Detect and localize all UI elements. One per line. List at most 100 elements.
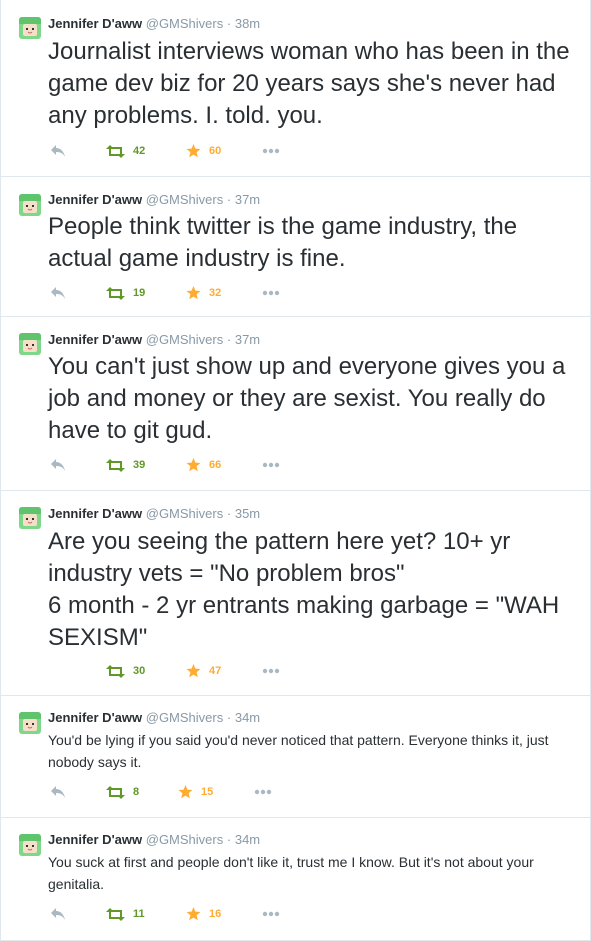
tweet-text: You can't just show up and everyone give… xyxy=(48,353,566,444)
reply-button[interactable] xyxy=(50,784,66,800)
retweet-count: 19 xyxy=(133,287,146,299)
author-handle[interactable]: @GMShivers xyxy=(146,332,224,347)
star-icon xyxy=(186,286,201,300)
author-name[interactable]: Jennifer D'aww xyxy=(48,832,142,847)
more-options-icon xyxy=(262,290,280,296)
timestamp[interactable]: 34m xyxy=(235,710,260,725)
avatar[interactable] xyxy=(19,507,41,529)
tweet-timeline: Jennifer D'aww @GMShivers · 38m Journali… xyxy=(0,0,591,941)
tweet[interactable]: Jennifer D'aww @GMShivers · 34m You'd be… xyxy=(1,696,590,818)
author-handle[interactable]: @GMShivers xyxy=(146,16,224,31)
tweet[interactable]: Jennifer D'aww @GMShivers · 38m Journali… xyxy=(1,0,590,177)
favorite-count: 15 xyxy=(201,786,214,798)
reply-button[interactable] xyxy=(50,143,66,159)
more-button[interactable] xyxy=(262,143,280,159)
retweet-icon xyxy=(106,458,125,472)
separator: · xyxy=(226,506,232,521)
separator: · xyxy=(226,710,232,725)
timestamp[interactable]: 34m xyxy=(235,832,260,847)
author-name[interactable]: Jennifer D'aww xyxy=(48,506,142,521)
reply-icon xyxy=(51,908,65,920)
star-icon xyxy=(178,785,193,799)
author-handle[interactable]: @GMShivers xyxy=(146,710,224,725)
timestamp[interactable]: 37m xyxy=(235,332,260,347)
tweet-text: You'd be lying if you said you'd never n… xyxy=(48,732,549,770)
retweet-button[interactable]: 42 xyxy=(106,143,145,159)
reply-icon xyxy=(51,287,65,299)
star-icon xyxy=(186,907,201,921)
favorite-button[interactable]: 60 xyxy=(186,143,221,159)
timestamp[interactable]: 35m xyxy=(235,506,260,521)
more-options-icon xyxy=(254,789,272,795)
avatar[interactable] xyxy=(19,834,41,856)
more-button[interactable] xyxy=(254,784,272,800)
favorite-button[interactable]: 16 xyxy=(186,906,221,922)
retweet-button[interactable]: 39 xyxy=(106,457,145,473)
timestamp[interactable]: 38m xyxy=(235,16,260,31)
more-button[interactable] xyxy=(262,285,280,301)
tweet[interactable]: Jennifer D'aww @GMShivers · 37m People t… xyxy=(1,177,590,317)
more-button[interactable] xyxy=(262,906,280,922)
favorite-count: 60 xyxy=(209,145,222,157)
retweet-button[interactable]: 8 xyxy=(106,784,139,800)
reply-icon xyxy=(51,665,65,677)
retweet-count: 39 xyxy=(133,459,146,471)
star-icon xyxy=(186,458,201,472)
tweet-header: Jennifer D'aww @GMShivers · 34m xyxy=(48,832,260,848)
favorite-button[interactable]: 15 xyxy=(178,784,213,800)
more-options-icon xyxy=(262,462,280,468)
separator: · xyxy=(226,332,232,347)
reply-button[interactable] xyxy=(50,285,66,301)
tweet-actions: 42 60 xyxy=(48,143,308,159)
favorite-button[interactable]: 47 xyxy=(186,663,221,679)
tweet-actions: 30 47 xyxy=(48,663,308,679)
favorite-button[interactable]: 66 xyxy=(186,457,221,473)
separator: · xyxy=(226,832,232,847)
author-name[interactable]: Jennifer D'aww xyxy=(48,710,142,725)
avatar[interactable] xyxy=(19,333,41,355)
more-button[interactable] xyxy=(262,663,280,679)
retweet-button[interactable]: 19 xyxy=(106,285,145,301)
timestamp[interactable]: 37m xyxy=(235,192,260,207)
retweet-count: 42 xyxy=(133,145,146,157)
tweet-actions: 39 66 xyxy=(48,457,308,473)
reply-icon xyxy=(51,145,65,157)
author-handle[interactable]: @GMShivers xyxy=(146,832,224,847)
retweet-count: 30 xyxy=(133,665,146,677)
author-name[interactable]: Jennifer D'aww xyxy=(48,332,142,347)
favorite-count: 32 xyxy=(209,287,222,299)
retweet-icon xyxy=(106,286,125,300)
retweet-icon xyxy=(106,785,125,799)
author-name[interactable]: Jennifer D'aww xyxy=(48,192,142,207)
reply-icon xyxy=(51,786,65,798)
tweet[interactable]: Jennifer D'aww @GMShivers · 34m You suck… xyxy=(1,818,590,941)
retweet-count: 8 xyxy=(133,786,140,798)
author-name[interactable]: Jennifer D'aww xyxy=(48,16,142,31)
tweet[interactable]: Jennifer D'aww @GMShivers · 35m Are you … xyxy=(1,491,590,696)
more-button[interactable] xyxy=(262,457,280,473)
retweet-button[interactable]: 30 xyxy=(106,663,145,679)
more-options-icon xyxy=(262,148,280,154)
author-handle[interactable]: @GMShivers xyxy=(146,192,224,207)
favorite-button[interactable]: 32 xyxy=(186,285,221,301)
separator: · xyxy=(226,16,232,31)
tweet-text: You suck at first and people don't like … xyxy=(48,854,534,892)
avatar[interactable] xyxy=(19,17,41,39)
reply-icon xyxy=(51,459,65,471)
avatar[interactable] xyxy=(19,712,41,734)
author-handle[interactable]: @GMShivers xyxy=(146,506,224,521)
more-options-icon xyxy=(262,911,280,917)
tweet-actions: 11 16 xyxy=(48,906,308,922)
retweet-button[interactable]: 11 xyxy=(106,906,145,922)
avatar[interactable] xyxy=(19,194,41,216)
reply-button[interactable] xyxy=(50,457,66,473)
reply-button[interactable] xyxy=(50,906,66,922)
tweet-text: People think twitter is the game industr… xyxy=(48,213,518,272)
star-icon xyxy=(186,144,201,158)
tweet-text: Are you seeing the pattern here yet? 10+… xyxy=(48,528,560,651)
reply-button[interactable] xyxy=(50,663,66,679)
tweet[interactable]: Jennifer D'aww @GMShivers · 37m You can'… xyxy=(1,317,590,491)
tweet-header: Jennifer D'aww @GMShivers · 38m xyxy=(48,16,260,32)
retweet-icon xyxy=(106,907,125,921)
tweet-header: Jennifer D'aww @GMShivers · 37m xyxy=(48,332,260,348)
